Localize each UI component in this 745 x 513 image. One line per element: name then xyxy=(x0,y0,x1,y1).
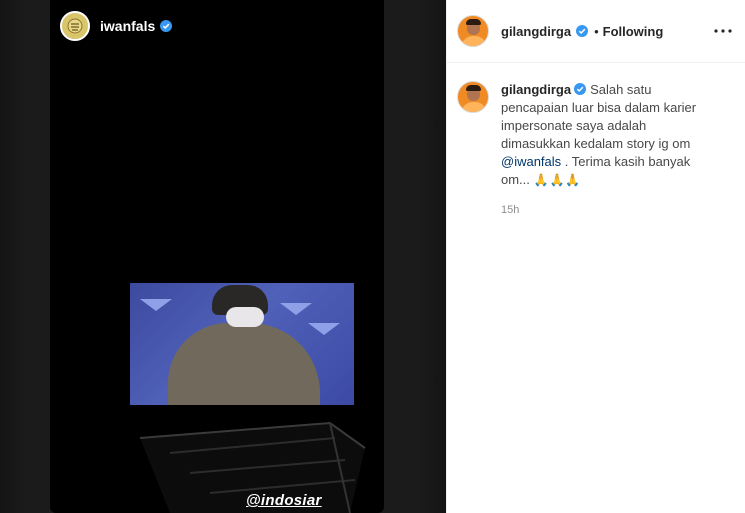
logo-icon xyxy=(67,18,83,34)
story-username[interactable]: iwanfals xyxy=(100,18,155,34)
story-header: iwanfals xyxy=(60,9,173,43)
stage-light-shape xyxy=(140,299,172,311)
following-button[interactable]: Following xyxy=(603,24,664,39)
stage-light-shape xyxy=(280,303,312,315)
mention-link[interactable]: @iwanfals xyxy=(501,154,561,169)
more-options-button[interactable] xyxy=(713,21,733,41)
media-pane: iwanfals @indosiar xyxy=(0,0,446,513)
avatar-shirt xyxy=(461,36,487,46)
avatar-hair xyxy=(466,85,481,91)
performer-face xyxy=(226,307,264,327)
author-avatar[interactable] xyxy=(457,15,489,47)
post-header: gilangdirga • Following xyxy=(447,0,745,63)
post-sidebar: gilangdirga • Following gilangdirga Sala… xyxy=(446,0,745,513)
avatar-hair xyxy=(466,19,481,25)
performer-body xyxy=(168,323,320,405)
caption-body: gilangdirga Salah satu pencapaian luar b… xyxy=(501,81,713,219)
verified-badge-icon xyxy=(576,25,589,37)
stage-screen xyxy=(130,283,354,405)
story-tag-link[interactable]: @indosiar xyxy=(246,492,322,509)
story-avatar[interactable] xyxy=(60,11,90,41)
caption-avatar[interactable] xyxy=(457,81,489,113)
caption-username[interactable]: gilangdirga xyxy=(501,82,571,97)
header-separator: • xyxy=(594,23,599,39)
praying-hands-icon: 🙏🙏🙏 xyxy=(533,173,582,187)
author-username[interactable]: gilangdirga xyxy=(501,24,571,39)
verified-badge-icon xyxy=(160,20,173,32)
stage-light-shape xyxy=(308,323,340,335)
avatar-shirt xyxy=(461,102,487,112)
post-timestamp[interactable]: 15h xyxy=(501,201,713,219)
caption: gilangdirga Salah satu pencapaian luar b… xyxy=(447,63,745,219)
verified-badge-icon xyxy=(574,83,587,95)
more-horizontal-icon xyxy=(714,29,732,33)
story-video[interactable]: iwanfals @indosiar xyxy=(50,0,384,513)
